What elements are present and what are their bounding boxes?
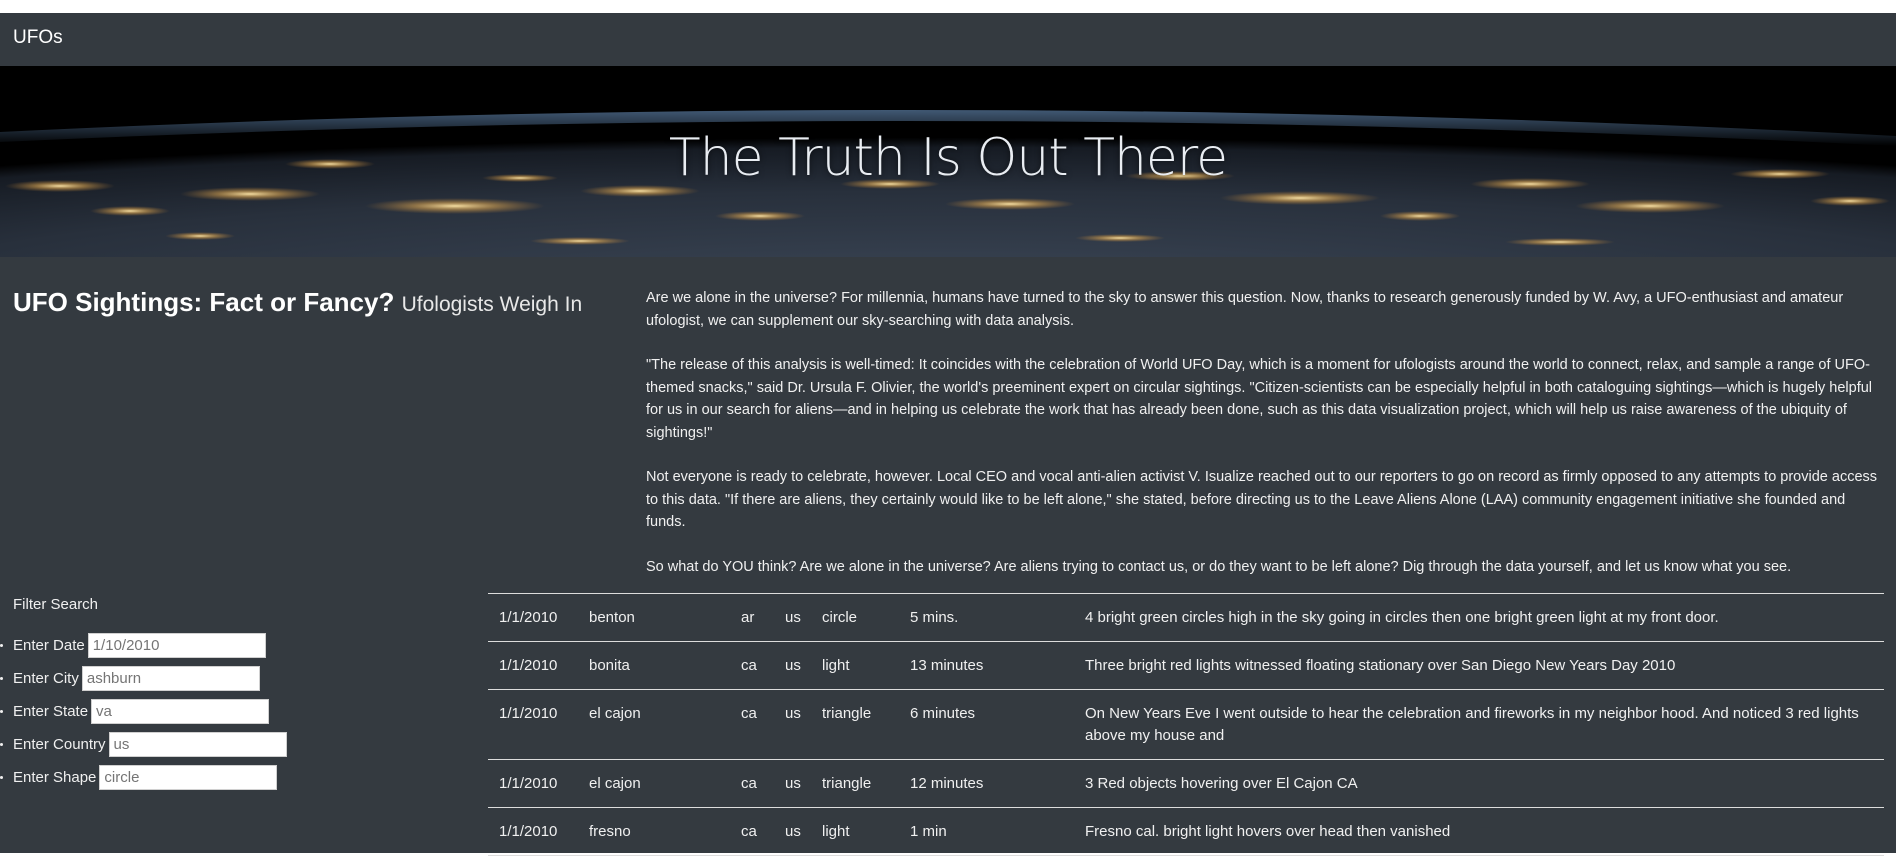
- list-bullet: [0, 710, 3, 713]
- city-filter-input[interactable]: [81, 666, 260, 691]
- cell-state: ca: [730, 689, 774, 760]
- navbar: UFOs: [0, 13, 1896, 66]
- filter-item-date: Enter Date: [0, 629, 287, 662]
- table-row: 1/1/2010 benton ar us circle 5 mins. 4 b…: [488, 593, 1884, 642]
- shape-filter-label: Enter Shape: [13, 769, 97, 786]
- cell-country: us: [774, 807, 811, 856]
- hero-title: The Truth Is Out There: [668, 128, 1228, 188]
- article-paragraph: So what do YOU think? Are we alone in th…: [646, 558, 1792, 575]
- list-bullet: [0, 677, 3, 680]
- page: UFOs The Truth Is Out There UFO Sighting…: [0, 13, 1896, 856]
- cell-date: 1/1/2010: [488, 689, 578, 760]
- list-bullet: [0, 644, 3, 647]
- cell-shape: triangle: [811, 689, 899, 760]
- cell-city: el cajon: [578, 759, 730, 808]
- date-filter-input[interactable]: [87, 633, 266, 658]
- cell-country: us: [774, 593, 811, 642]
- article-paragraph: "The release of this analysis is well-ti…: [646, 357, 1873, 441]
- cell-shape: light: [811, 641, 899, 690]
- cell-state: ar: [730, 593, 774, 642]
- cell-duration: 12 minutes: [899, 759, 1074, 808]
- cell-city: bonita: [578, 641, 730, 690]
- cell-comments: 3 Red objects hovering over El Cajon CA: [1074, 759, 1884, 808]
- cell-duration: 1 min: [899, 807, 1074, 856]
- table-row: 1/1/2010 bonita ca us light 13 minutes T…: [488, 641, 1884, 690]
- headline-subtitle: Ufologists Weigh In: [401, 293, 583, 316]
- cell-date: 1/1/2010: [488, 759, 578, 808]
- cell-city: fresno: [578, 807, 730, 856]
- article-paragraph: Not everyone is ready to celebrate, howe…: [646, 469, 1878, 530]
- cell-city: el cajon: [578, 689, 730, 760]
- table-row: 1/1/2010 el cajon ca us triangle 6 minut…: [488, 689, 1884, 760]
- list-bullet: [0, 776, 3, 779]
- article-body: Are we alone in the universe? For millen…: [646, 287, 1881, 600]
- ufo-table-container: 1/1/2010 benton ar us circle 5 mins. 4 b…: [488, 593, 1884, 856]
- cell-duration: 13 minutes: [899, 641, 1074, 690]
- navbar-brand-link[interactable]: UFOs: [13, 27, 63, 49]
- country-filter-input[interactable]: [108, 732, 287, 757]
- cell-country: us: [774, 689, 811, 760]
- cell-state: ca: [730, 641, 774, 690]
- cell-date: 1/1/2010: [488, 807, 578, 856]
- table-row: 1/1/2010 el cajon ca us triangle 12 minu…: [488, 759, 1884, 808]
- cell-state: ca: [730, 759, 774, 808]
- cell-shape: triangle: [811, 759, 899, 808]
- cell-country: us: [774, 641, 811, 690]
- shape-filter-input[interactable]: [99, 765, 278, 790]
- headline-title: UFO Sightings: Fact or Fancy?: [13, 287, 395, 317]
- cell-comments: Fresno cal. bright light hovers over hea…: [1074, 807, 1884, 856]
- cell-date: 1/1/2010: [488, 641, 578, 690]
- cell-comments: 4 bright green circles high in the sky g…: [1074, 593, 1884, 642]
- list-bullet: [0, 743, 3, 746]
- filter-item-country: Enter Country: [0, 728, 287, 761]
- state-filter-input[interactable]: [91, 699, 270, 724]
- cell-date: 1/1/2010: [488, 593, 578, 642]
- cell-duration: 6 minutes: [899, 689, 1074, 760]
- article-headline: UFO Sightings: Fact or Fancy? Ufologists…: [13, 287, 582, 318]
- state-filter-label: Enter State: [13, 703, 89, 720]
- cell-country: us: [774, 759, 811, 808]
- article-paragraph: Are we alone in the universe? For millen…: [646, 290, 1844, 329]
- date-filter-label: Enter Date: [13, 637, 85, 654]
- filter-item-shape: Enter Shape: [0, 761, 287, 794]
- cell-shape: light: [811, 807, 899, 856]
- cell-state: ca: [730, 807, 774, 856]
- cell-comments: Three bright red lights witnessed floati…: [1074, 641, 1884, 690]
- cell-city: benton: [578, 593, 730, 642]
- hero-banner: The Truth Is Out There: [0, 66, 1896, 257]
- cell-shape: circle: [811, 593, 899, 642]
- filter-item-state: Enter State: [0, 695, 287, 728]
- filter-item-city: Enter City: [0, 662, 287, 695]
- cell-comments: On New Years Eve I went outside to hear …: [1074, 689, 1884, 760]
- table-row: 1/1/2010 fresno ca us light 1 min Fresno…: [488, 807, 1884, 856]
- ufo-sightings-table: 1/1/2010 benton ar us circle 5 mins. 4 b…: [488, 593, 1884, 856]
- city-filter-label: Enter City: [13, 670, 79, 687]
- country-filter-label: Enter Country: [13, 736, 106, 753]
- cell-duration: 5 mins.: [899, 593, 1074, 642]
- filter-search-heading: Filter Search: [13, 596, 99, 613]
- filter-list: Enter Date Enter City Enter State Enter …: [0, 629, 287, 794]
